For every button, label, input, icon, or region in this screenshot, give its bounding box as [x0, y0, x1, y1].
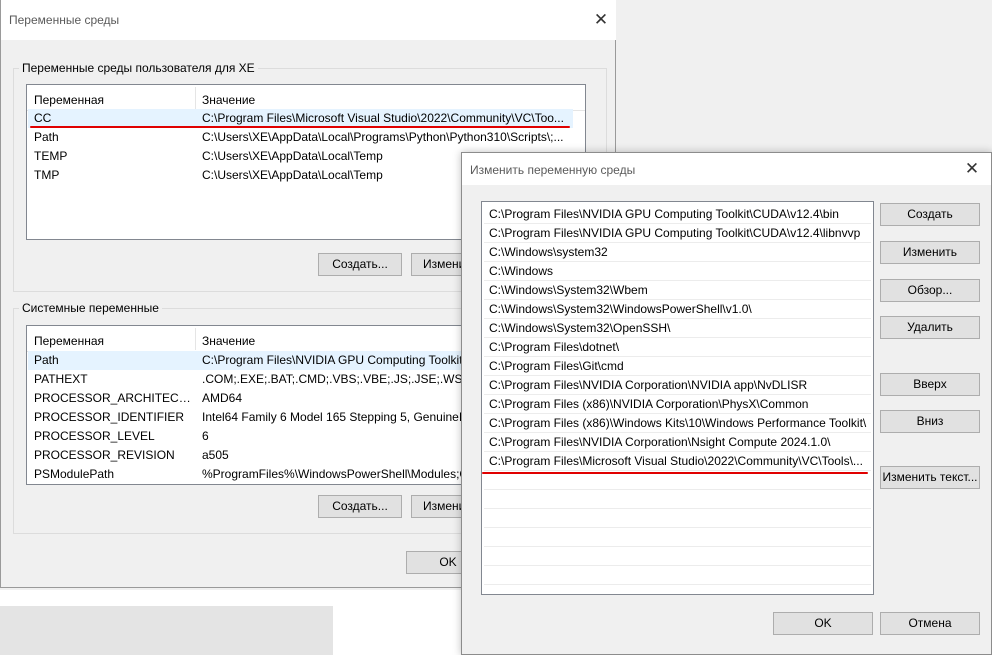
title-bar: Изменить переменную среды ✕: [462, 153, 991, 185]
variable-name: TEMP: [34, 149, 68, 163]
list-item[interactable]: C:\Windows\System32\OpenSSH\: [484, 319, 871, 338]
list-item[interactable]: C:\Program Files\Microsoft Visual Studio…: [484, 452, 871, 471]
path-entry-text: C:\Program Files\NVIDIA Corporation\NVID…: [489, 378, 808, 392]
system-variables-group-label: Системные переменные: [19, 301, 162, 315]
edit-text-button[interactable]: Изменить текст...: [880, 466, 980, 489]
variable-name: PROCESSOR_ARCHITECTURE: [34, 391, 194, 405]
empty-list-item[interactable]: [484, 509, 871, 528]
path-entry-text: C:\Windows\System32\OpenSSH\: [489, 321, 671, 335]
close-icon[interactable]: ✕: [957, 154, 987, 184]
empty-list-item[interactable]: [484, 547, 871, 566]
path-entry-text: C:\Program Files\NVIDIA GPU Computing To…: [489, 207, 839, 221]
variable-name: PSModulePath: [34, 467, 115, 481]
list-item[interactable]: C:\Program Files\NVIDIA GPU Computing To…: [484, 205, 871, 224]
annotation-underline: [482, 472, 868, 474]
list-item[interactable]: C:\Program Files\NVIDIA Corporation\Nsig…: [484, 433, 871, 452]
list-item[interactable]: C:\Program Files\Git\cmd: [484, 357, 871, 376]
list-item[interactable]: C:\Windows: [484, 262, 871, 281]
path-entry-text: C:\Windows\system32: [489, 245, 608, 259]
annotation-underline: [30, 126, 570, 128]
empty-list-item[interactable]: [484, 528, 871, 547]
column-divider[interactable]: [195, 328, 196, 350]
list-item[interactable]: C:\Program Files (x86)\Windows Kits\10\W…: [484, 414, 871, 433]
cancel-button[interactable]: Отмена: [880, 612, 980, 635]
variable-name: Path: [34, 130, 59, 144]
move-down-button[interactable]: Вниз: [880, 410, 980, 433]
path-entry-text: C:\Windows\System32\WindowsPowerShell\v1…: [489, 302, 752, 316]
path-entry-text: C:\Windows: [489, 264, 554, 278]
column-header-variable[interactable]: Переменная: [34, 334, 104, 348]
path-entry-text: C:\Program Files (x86)\NVIDIA Corporatio…: [489, 397, 809, 411]
create-button[interactable]: Создать: [880, 203, 980, 226]
edit-button[interactable]: Изменить: [880, 241, 980, 264]
list-item[interactable]: C:\Program Files\dotnet\: [484, 338, 871, 357]
path-entry-text: C:\Program Files\NVIDIA Corporation\Nsig…: [489, 435, 831, 449]
variable-name: PROCESSOR_REVISION: [34, 448, 175, 462]
close-icon[interactable]: ✕: [586, 5, 616, 35]
variable-name: PATHEXT: [34, 372, 88, 386]
empty-list-item[interactable]: [484, 490, 871, 509]
table-row[interactable]: Path C:\Users\XE\AppData\Local\Programs\…: [28, 128, 583, 147]
path-entries-list[interactable]: C:\Program Files\NVIDIA GPU Computing To…: [481, 201, 874, 595]
list-item[interactable]: C:\Program Files\NVIDIA Corporation\NVID…: [484, 376, 871, 395]
move-up-button[interactable]: Вверх: [880, 373, 980, 396]
column-header-value[interactable]: Значение: [202, 93, 255, 107]
system-create-button[interactable]: Создать...: [318, 495, 402, 518]
browse-button[interactable]: Обзор...: [880, 279, 980, 302]
dialog-title: Переменные среды: [9, 13, 120, 27]
list-item[interactable]: C:\Windows\system32: [484, 243, 871, 262]
list-header: Переменная Значение: [27, 85, 585, 111]
path-entry-text: C:\Program Files\NVIDIA GPU Computing To…: [489, 226, 861, 240]
title-bar: Переменные среды ✕: [1, 0, 616, 40]
variable-name: Path: [34, 353, 59, 367]
path-entry-text: C:\Program Files\Microsoft Visual Studio…: [489, 454, 863, 468]
list-item[interactable]: C:\Program Files (x86)\NVIDIA Corporatio…: [484, 395, 871, 414]
variable-name: TMP: [34, 168, 60, 182]
user-create-button[interactable]: Создать...: [318, 253, 402, 276]
path-entry-text: C:\Program Files\dotnet\: [489, 340, 620, 354]
dialog-title: Изменить переменную среды: [470, 163, 636, 177]
delete-button[interactable]: Удалить: [880, 316, 980, 339]
list-item[interactable]: C:\Program Files\NVIDIA GPU Computing To…: [484, 224, 871, 243]
column-header-variable[interactable]: Переменная: [34, 93, 104, 107]
ok-button[interactable]: OK: [773, 612, 873, 635]
variable-name: PROCESSOR_LEVEL: [34, 429, 155, 443]
empty-list-item[interactable]: [484, 566, 871, 585]
path-entry-text: C:\Windows\System32\Wbem: [489, 283, 648, 297]
path-entry-text: C:\Program Files\Git\cmd: [489, 359, 624, 373]
path-entry-text: C:\Program Files (x86)\Windows Kits\10\W…: [489, 416, 867, 430]
list-item[interactable]: C:\Windows\System32\Wbem: [484, 281, 871, 300]
background-window-fragment: [0, 606, 333, 655]
list-item[interactable]: C:\Windows\System32\WindowsPowerShell\v1…: [484, 300, 871, 319]
variable-name: PROCESSOR_IDENTIFIER: [34, 410, 185, 424]
user-variables-group-label: Переменные среды пользователя для XE: [19, 61, 258, 75]
edit-environment-variable-dialog: Изменить переменную среды ✕ C:\Program F…: [461, 152, 992, 655]
column-header-value[interactable]: Значение: [202, 334, 255, 348]
column-divider[interactable]: [195, 87, 196, 109]
variable-value: C:\Users\XE\AppData\Local\Programs\Pytho…: [202, 130, 564, 144]
